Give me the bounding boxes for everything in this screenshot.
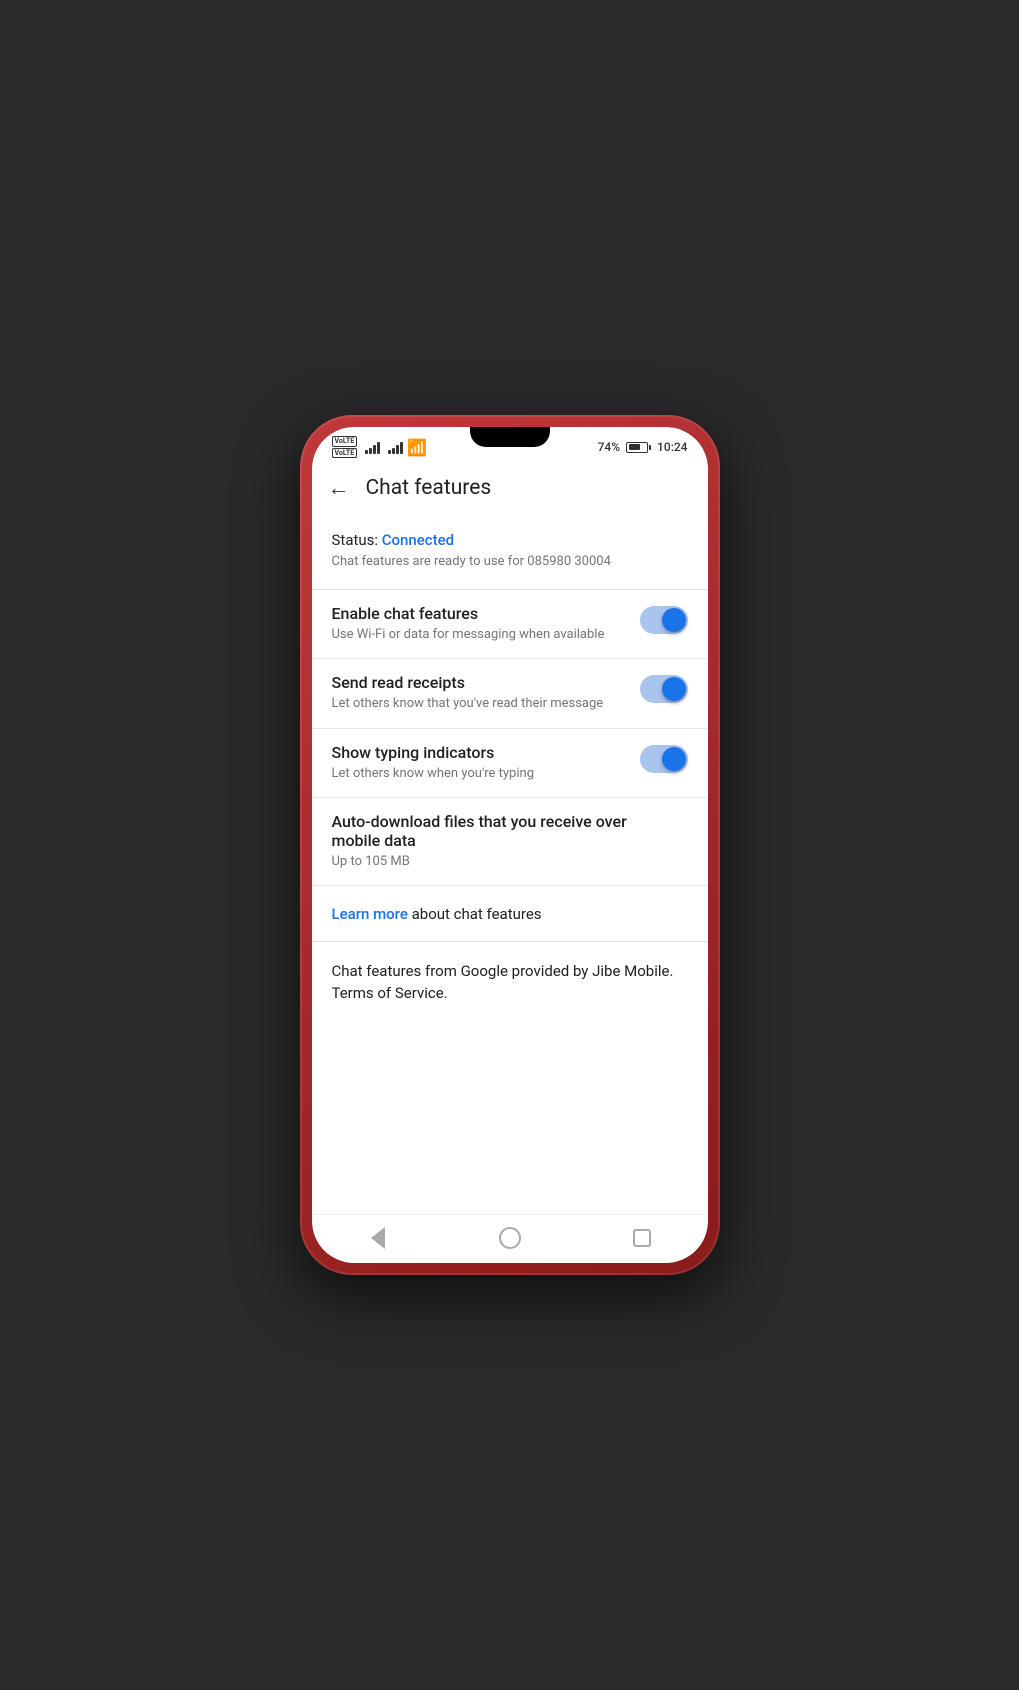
terms-section: Chat features from Google provided by Ji… bbox=[312, 942, 708, 1023]
learn-more-section: Learn more about chat features bbox=[312, 886, 708, 942]
status-value: Connected bbox=[382, 531, 454, 549]
toggle-read-receipts[interactable] bbox=[640, 675, 688, 703]
setting-title-auto-download: Auto-download files that you receive ove… bbox=[332, 812, 676, 850]
battery-percent: 74% bbox=[598, 440, 620, 454]
setting-text-typing-indicators: Show typing indicators Let others know w… bbox=[332, 743, 640, 783]
nav-bar bbox=[312, 1214, 708, 1263]
setting-text-enable-chat: Enable chat features Use Wi-Fi or data f… bbox=[332, 604, 640, 644]
setting-title-typing-indicators: Show typing indicators bbox=[332, 743, 628, 762]
terms-text: Chat features from Google provided by Ji… bbox=[332, 960, 688, 1005]
setting-title-enable-chat: Enable chat features bbox=[332, 604, 628, 623]
back-button[interactable]: ← bbox=[328, 475, 350, 501]
status-description: Chat features are ready to use for 08598… bbox=[332, 553, 688, 571]
page-title: Chat features bbox=[366, 476, 492, 500]
setting-row-typing-indicators: Show typing indicators Let others know w… bbox=[312, 729, 708, 798]
setting-text-auto-download: Auto-download files that you receive ove… bbox=[332, 812, 688, 871]
phone-inner: VoLTE VoLTE 📶 bbox=[312, 427, 708, 1263]
signal-bars-1 bbox=[365, 440, 380, 454]
setting-subtitle-read-receipts: Let others know that you've read their m… bbox=[332, 695, 628, 713]
learn-more-text: Learn more about chat features bbox=[332, 905, 542, 923]
toggle-enable-chat[interactable] bbox=[640, 606, 688, 634]
battery-icon bbox=[626, 442, 651, 453]
nav-home-button[interactable] bbox=[497, 1225, 523, 1251]
status-right: 74% 10:24 bbox=[598, 440, 688, 454]
nav-recents-button[interactable] bbox=[629, 1225, 655, 1251]
setting-row-read-receipts: Send read receipts Let others know that … bbox=[312, 659, 708, 728]
setting-subtitle-enable-chat: Use Wi-Fi or data for messaging when ava… bbox=[332, 626, 628, 644]
wifi-icon: 📶 bbox=[407, 438, 427, 457]
nav-back-button[interactable] bbox=[365, 1225, 391, 1251]
setting-subtitle-auto-download: Up to 105 MB bbox=[332, 853, 676, 871]
setting-subtitle-typing-indicators: Let others know when you're typing bbox=[332, 765, 628, 783]
phone-frame: VoLTE VoLTE 📶 bbox=[300, 415, 720, 1275]
setting-title-read-receipts: Send read receipts bbox=[332, 673, 628, 692]
setting-row-enable-chat: Enable chat features Use Wi-Fi or data f… bbox=[312, 590, 708, 659]
clock: 10:24 bbox=[657, 440, 687, 454]
content-area: Status: Connected Chat features are read… bbox=[312, 513, 708, 1214]
setting-row-auto-download[interactable]: Auto-download files that you receive ove… bbox=[312, 798, 708, 886]
setting-text-read-receipts: Send read receipts Let others know that … bbox=[332, 673, 640, 713]
volte-badge-1: VoLTE bbox=[332, 436, 358, 446]
app-bar: ← Chat features bbox=[312, 463, 708, 513]
toggle-typing-indicators[interactable] bbox=[640, 745, 688, 773]
status-label: Status: Connected bbox=[332, 531, 688, 549]
status-prefix: Status: bbox=[332, 531, 382, 549]
learn-more-link[interactable]: Learn more bbox=[332, 905, 408, 923]
notch bbox=[470, 427, 550, 447]
status-section: Status: Connected Chat features are read… bbox=[312, 513, 708, 590]
signal-bars-2 bbox=[388, 440, 403, 454]
learn-more-rest: about chat features bbox=[408, 905, 542, 923]
status-left: VoLTE VoLTE 📶 bbox=[332, 436, 428, 458]
volte-badge-2: VoLTE bbox=[332, 448, 358, 458]
screen: VoLTE VoLTE 📶 bbox=[312, 427, 708, 1263]
